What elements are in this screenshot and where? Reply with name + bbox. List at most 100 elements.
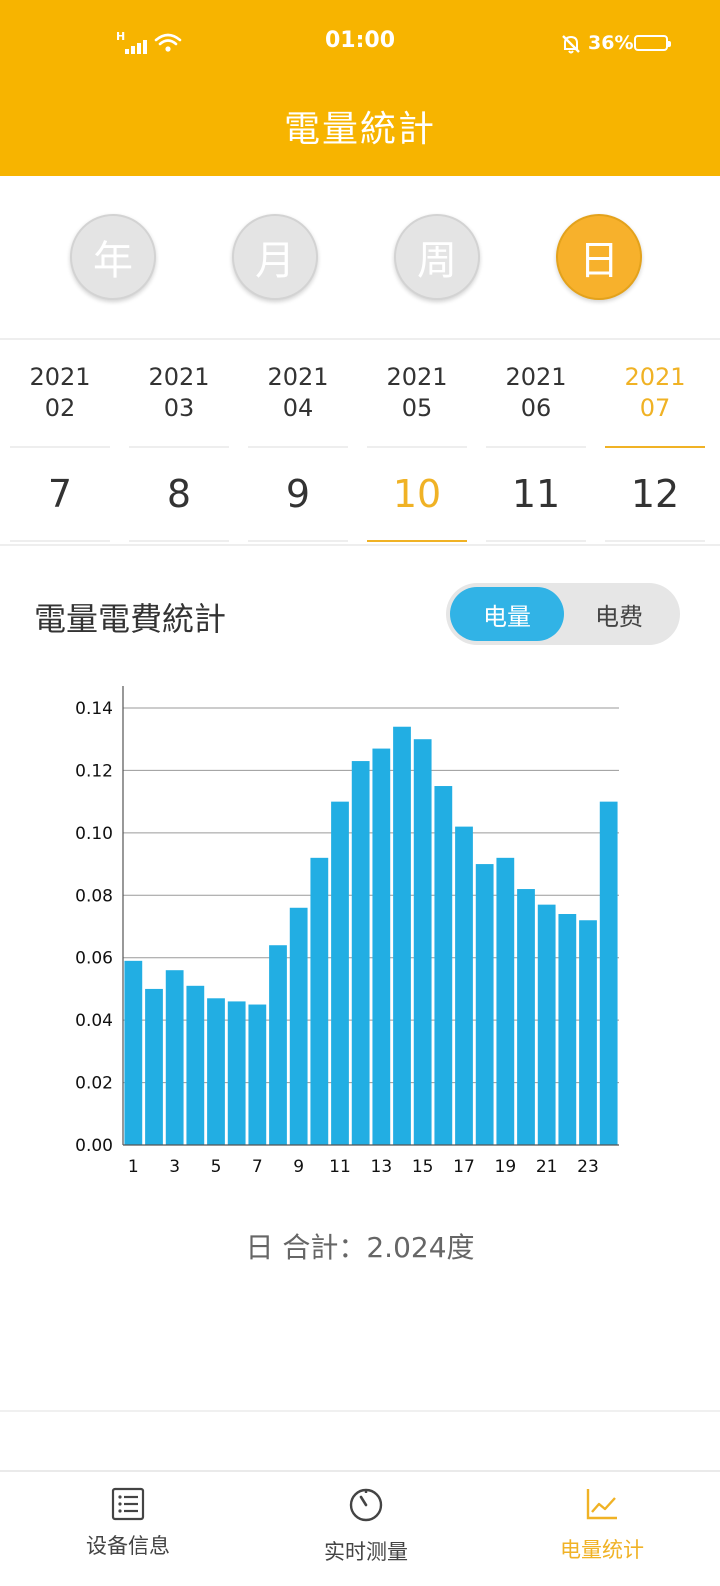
x-tick-label: 3 (169, 1157, 180, 1177)
x-tick-label: 9 (293, 1157, 304, 1177)
bar (124, 960, 143, 1145)
bar (269, 945, 287, 1145)
day-tab[interactable]: 11 (486, 472, 586, 542)
bar (351, 761, 370, 1145)
y-tick-label: 0.10 (75, 824, 113, 844)
bar (455, 826, 473, 1145)
bar (165, 970, 184, 1145)
bar (599, 801, 618, 1145)
day-tab-label: 9 (285, 472, 311, 516)
bar (289, 907, 308, 1145)
x-tick-label: 7 (252, 1157, 263, 1177)
month-tab-year: 2021 (386, 363, 448, 391)
month-tab-month: 04 (282, 394, 314, 422)
day-tab-label: 8 (166, 472, 192, 516)
month-tab-year: 2021 (267, 363, 329, 391)
bar (434, 786, 453, 1145)
nav-label: 设备信息 (86, 1534, 170, 1558)
period-month-button[interactable]: 月 (232, 214, 318, 300)
bar (331, 801, 349, 1145)
month-tab[interactable]: 2021 06 (486, 362, 586, 448)
page-title: 電量統計 (283, 109, 436, 150)
x-tick-label: 5 (211, 1157, 222, 1177)
month-tab-month: 03 (163, 394, 195, 422)
nav-label: 电量统计 (560, 1538, 644, 1562)
y-tick-label: 0.08 (75, 886, 113, 906)
period-selector: 年 月 周 日 (0, 176, 720, 340)
y-tick-label: 0.04 (75, 1011, 113, 1031)
nav-realtime[interactable]: 实时测量 (246, 1472, 486, 1586)
day-tab[interactable]: 12 (605, 472, 705, 542)
day-tab-label: 10 (392, 472, 442, 516)
month-tab-selected[interactable]: 2021 07 (605, 362, 705, 448)
list-icon (111, 1487, 145, 1521)
month-tab-year: 2021 (624, 363, 686, 391)
daily-total: 日 合計：2.024度 (245, 1231, 475, 1264)
battery-percent: 36% (588, 32, 634, 54)
section-title: 電量電費統計 (34, 600, 227, 638)
bar (145, 988, 163, 1145)
month-tab[interactable]: 2021 05 (367, 362, 467, 448)
bottom-nav: 设备信息 实时测量 电量统计 (0, 1470, 720, 1586)
x-tick-label: 13 (371, 1157, 393, 1177)
bar (207, 998, 225, 1145)
divider (0, 1410, 720, 1412)
bar (537, 904, 556, 1145)
x-tick-label: 11 (329, 1157, 351, 1177)
day-tab-label: 12 (630, 472, 680, 516)
day-tab[interactable]: 9 (248, 472, 348, 542)
x-tick-label: 21 (536, 1157, 558, 1177)
bar (227, 1001, 246, 1145)
month-tab-month: 02 (44, 394, 76, 422)
period-day-button[interactable]: 日 (556, 214, 642, 300)
bar (496, 857, 515, 1145)
bar (248, 1004, 267, 1145)
day-tab[interactable]: 7 (10, 472, 110, 542)
bar (579, 920, 597, 1145)
x-tick-label: 19 (495, 1157, 517, 1177)
x-tick-label: 23 (577, 1157, 599, 1177)
bar (558, 914, 577, 1145)
day-tabs: 7 8 9 10 11 12 (0, 448, 720, 546)
day-tab-label: 11 (511, 472, 561, 516)
day-tab[interactable]: 8 (129, 472, 229, 542)
power-cost-toggle: 电量 电费 (446, 583, 680, 645)
x-tick-label: 1 (128, 1157, 139, 1177)
day-tab-label: 7 (47, 472, 73, 516)
month-tab-year: 2021 (148, 363, 210, 391)
x-tick-label: 17 (453, 1157, 475, 1177)
month-tab[interactable]: 2021 04 (248, 362, 348, 448)
toggle-cost-option[interactable]: 电费 (562, 587, 676, 641)
y-tick-label: 0.12 (75, 761, 113, 781)
month-tab-month: 07 (639, 394, 671, 422)
month-tab-year: 2021 (29, 363, 91, 391)
bar (186, 985, 205, 1145)
month-tab-year: 2021 (505, 363, 567, 391)
y-tick-label: 0.02 (75, 1074, 113, 1094)
period-week-button[interactable]: 周 (394, 214, 480, 300)
hourly-power-bar-chart: 0.000.020.040.060.080.100.120.141 3 5 7 9 11 1… (75, 686, 619, 1177)
y-tick-label: 0.00 (75, 1136, 113, 1156)
bar (310, 857, 329, 1145)
day-tab-selected[interactable]: 10 (367, 472, 467, 542)
nav-power-stats[interactable]: 电量统计 (482, 1472, 720, 1586)
toggle-power-option[interactable]: 电量 (450, 587, 564, 641)
nav-label: 实时测量 (324, 1540, 408, 1564)
bar (413, 739, 432, 1145)
status-bar: H 01:00 36% (0, 0, 720, 88)
battery-icon (634, 35, 671, 51)
month-tab-month: 06 (520, 394, 552, 422)
bar (393, 726, 411, 1145)
nav-device-info[interactable]: 设备信息 (8, 1472, 248, 1586)
bar (517, 889, 535, 1145)
app-header: H 01:00 36% 電量統計 (0, 0, 720, 176)
period-year-button[interactable]: 年 (70, 214, 156, 300)
x-tick-label: 15 (412, 1157, 434, 1177)
y-tick-label: 0.14 (75, 699, 113, 719)
month-tab[interactable]: 2021 03 (129, 362, 229, 448)
month-tab[interactable]: 2021 02 (10, 362, 110, 448)
bar (372, 748, 391, 1145)
gauge-icon (349, 1488, 383, 1522)
month-tabs: 2021 02 2021 03 2021 04 2021 05 2021 06 … (0, 340, 720, 448)
month-tab-month: 05 (401, 394, 433, 422)
